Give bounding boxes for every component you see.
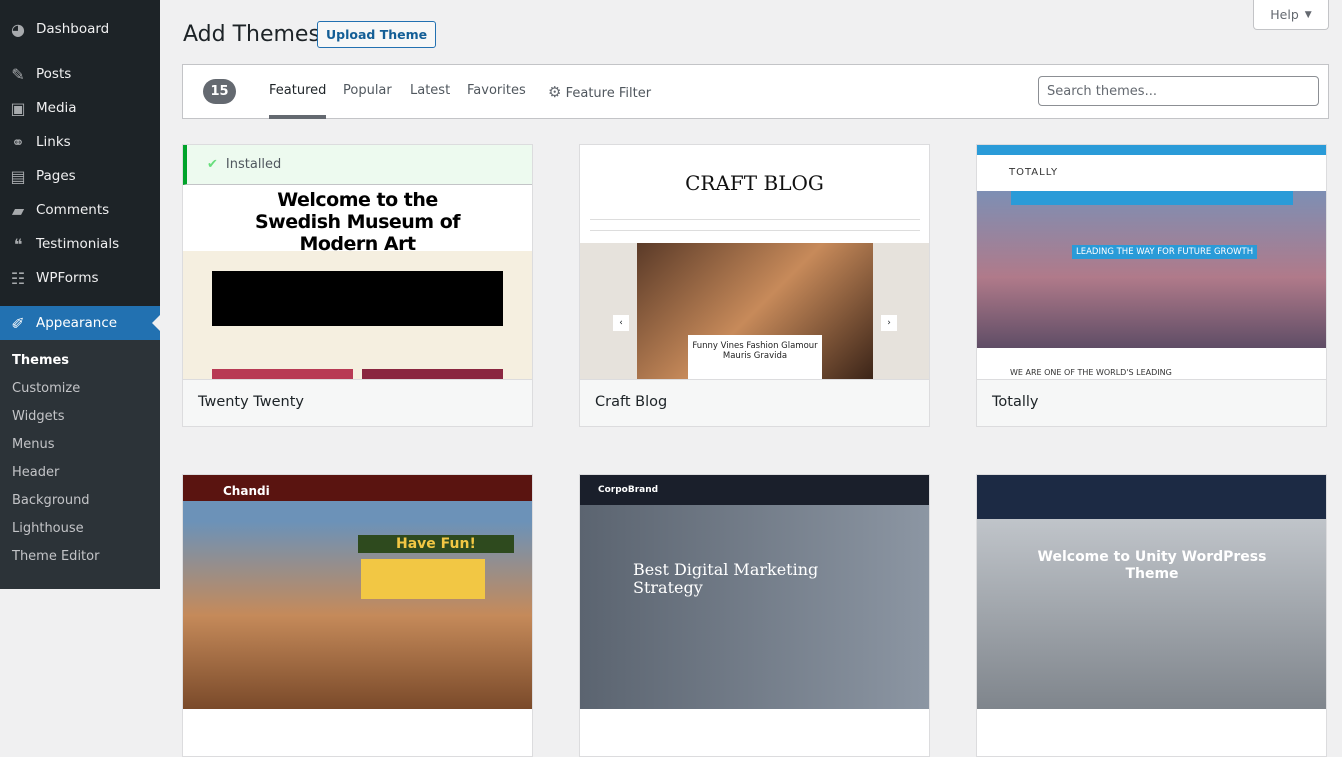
submenu-item-background[interactable]: Background xyxy=(12,493,90,508)
sidebar-item-label: Media xyxy=(36,100,77,116)
sidebar-item-testimonials[interactable]: ❝ Testimonials xyxy=(0,227,160,261)
submenu-item-theme-editor[interactable]: Theme Editor xyxy=(12,549,99,564)
theme-card[interactable]: Welcome to Unity WordPress Theme xyxy=(976,474,1327,757)
comment-icon: ▰ xyxy=(11,200,25,220)
forms-icon: ☷ xyxy=(10,268,26,288)
sidebar-item-dashboard[interactable]: ◕ Dashboard xyxy=(0,12,160,46)
theme-filter-bar: 15 Featured Popular Latest Favorites ⚙ F… xyxy=(182,64,1329,119)
link-icon: ⚭ xyxy=(11,132,25,152)
theme-screenshot: CorpoBrand Best Digital Marketing Strate… xyxy=(580,475,929,709)
dashboard-icon: ◕ xyxy=(11,19,25,39)
check-icon: ✔ xyxy=(207,157,218,172)
sidebar-item-posts[interactable]: ✎ Posts xyxy=(0,57,160,91)
quote-icon: ❝ xyxy=(13,234,23,254)
theme-name: Twenty Twenty xyxy=(183,379,532,426)
submenu-item-customize[interactable]: Customize xyxy=(12,381,80,396)
sidebar-item-wpforms[interactable]: ☷ WPForms xyxy=(0,261,160,295)
sidebar-item-label: Links xyxy=(36,134,71,150)
tab-latest[interactable]: Latest xyxy=(410,83,450,98)
installed-notice: ✔ Installed xyxy=(183,145,532,185)
upload-theme-button[interactable]: Upload Theme xyxy=(317,21,437,48)
installed-label: Installed xyxy=(225,157,282,172)
theme-screenshot: Chandi Have Fun! xyxy=(183,475,532,709)
theme-card-totally[interactable]: TOTALLY LEADING THE WAY FOR FUTURE GROWT… xyxy=(976,144,1327,427)
theme-card-craft-blog[interactable]: CRAFT BLOG Funny Vines Fashion Glamour M… xyxy=(579,144,930,427)
caret-down-icon: ▼ xyxy=(1304,9,1312,20)
preview-logo: TOTALLY xyxy=(1009,167,1059,178)
submenu-item-header[interactable]: Header xyxy=(12,465,59,480)
preview-sub: WE ARE ONE OF THE WORLD'S LEADING xyxy=(1010,368,1172,377)
pages-icon: ▤ xyxy=(10,166,26,186)
theme-name: Totally xyxy=(977,379,1326,426)
sidebar-item-media[interactable]: ▣ Media xyxy=(0,91,160,125)
sidebar-item-label: Posts xyxy=(36,66,72,82)
tab-featured[interactable]: Featured xyxy=(269,83,327,119)
help-label: Help xyxy=(1270,7,1299,22)
pin-icon: ✎ xyxy=(11,64,25,84)
preview-headline: Have Fun! xyxy=(358,535,514,553)
theme-screenshot: Welcome to Unity WordPress Theme xyxy=(977,475,1326,709)
admin-sidebar: ◕ Dashboard ✎ Posts ▣ Media ⚭ Links ▤ Pages ▰ Comme… xyxy=(0,0,160,589)
theme-card[interactable]: CorpoBrand Best Digital Marketing Strate… xyxy=(579,474,930,757)
sidebar-item-label: Appearance xyxy=(36,315,118,331)
sidebar-item-label: Testimonials xyxy=(36,236,120,252)
page-title: Add Themes xyxy=(183,22,320,47)
sidebar-item-label: Pages xyxy=(36,168,76,184)
media-icon: ▣ xyxy=(10,98,26,118)
preview-logo: Chandi xyxy=(223,484,270,498)
preview-headline: Welcome to Unity WordPress Theme xyxy=(1037,549,1267,582)
sidebar-item-pages[interactable]: ▤ Pages xyxy=(0,159,160,193)
submenu-item-widgets[interactable]: Widgets xyxy=(12,409,65,424)
preview-headline: CRAFT BLOG xyxy=(685,171,824,195)
help-button[interactable]: Help ▼ xyxy=(1253,0,1329,30)
sidebar-item-links[interactable]: ⚭ Links xyxy=(0,125,160,159)
chevron-right-icon: › xyxy=(881,315,897,331)
tab-favorites[interactable]: Favorites xyxy=(467,83,526,98)
sidebar-item-label: Dashboard xyxy=(36,21,110,37)
preview-headline: Best Digital Marketing Strategy xyxy=(633,560,819,597)
chevron-left-icon: ‹ xyxy=(613,315,629,331)
submenu-item-themes[interactable]: Themes xyxy=(12,353,69,368)
submenu-item-lighthouse[interactable]: Lighthouse xyxy=(12,521,84,536)
theme-card[interactable]: Chandi Have Fun! xyxy=(182,474,533,757)
sidebar-item-appearance[interactable]: ✐ Appearance xyxy=(0,306,160,340)
sidebar-item-label: Comments xyxy=(36,202,110,218)
preview-headline: Welcome to the Swedish Museum of Modern … xyxy=(183,185,532,255)
sidebar-item-comments[interactable]: ▰ Comments xyxy=(0,193,160,227)
feature-filter-label: Feature Filter xyxy=(565,86,652,101)
feature-filter-button[interactable]: ⚙ Feature Filter xyxy=(548,83,651,101)
theme-name: Craft Blog xyxy=(580,379,929,426)
theme-card-twenty-twenty[interactable]: ✔ Installed Welcome to the Swedish Museum… xyxy=(182,144,533,427)
preview-headline: LEADING THE WAY FOR FUTURE GROWTH xyxy=(1072,245,1258,259)
theme-screenshot: TOTALLY LEADING THE WAY FOR FUTURE GROWT… xyxy=(977,145,1326,379)
preview-logo: CorpoBrand xyxy=(598,485,659,495)
theme-count-badge: 15 xyxy=(203,79,236,104)
theme-screenshot: ✔ Installed Welcome to the Swedish Museum… xyxy=(183,145,532,379)
search-themes-input[interactable] xyxy=(1038,76,1319,106)
preview-caption: Funny Vines Fashion Glamour Mauris Gravi… xyxy=(688,335,822,379)
brush-icon: ✐ xyxy=(11,313,25,333)
gear-icon: ⚙ xyxy=(548,83,562,101)
submenu-item-menus[interactable]: Menus xyxy=(12,437,54,452)
appearance-submenu: Themes Customize Widgets Menus Header Backgro… xyxy=(0,340,160,589)
theme-screenshot: CRAFT BLOG Funny Vines Fashion Glamour M… xyxy=(580,145,929,379)
tab-popular[interactable]: Popular xyxy=(343,83,392,98)
sidebar-item-label: WPForms xyxy=(36,270,99,286)
